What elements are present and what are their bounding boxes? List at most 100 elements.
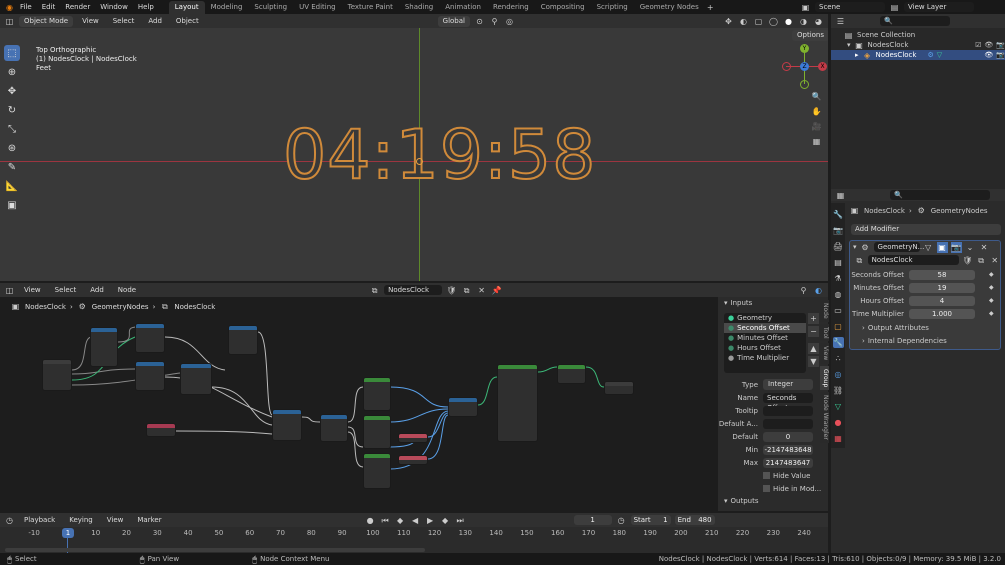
proportional-icon[interactable]: ◎ xyxy=(504,16,515,27)
keyframe-icon[interactable]: ◆ xyxy=(989,271,994,278)
math-node-5[interactable] xyxy=(228,325,258,355)
object-mode-dropdown[interactable]: Object Mode xyxy=(19,15,74,27)
navigation-gizmo[interactable]: Y X Z xyxy=(782,42,827,92)
expand-arrow-icon[interactable]: ▸ xyxy=(855,50,859,60)
scene-time-node[interactable] xyxy=(146,423,176,437)
inputs-section-header[interactable]: ▾ Inputs xyxy=(718,298,828,308)
fake-user-icon[interactable]: 🛡 xyxy=(962,255,973,266)
node-editor-canvas[interactable]: ▣ NodesClock › ⚙ GeometryNodes › ⧉ NodesClock xyxy=(0,297,718,511)
shading-rendered-icon[interactable]: ◕ xyxy=(813,16,824,27)
scene-field[interactable]: Scene xyxy=(815,2,885,12)
jump-end-icon[interactable]: ⏭ xyxy=(455,515,466,526)
output-attributes-section[interactable]: › Output Attributes xyxy=(850,323,1000,333)
tab-modeling[interactable]: Modeling xyxy=(205,1,249,14)
unlink-icon[interactable]: ✕ xyxy=(476,285,487,296)
blender-logo-icon[interactable]: ◉ xyxy=(4,2,15,13)
node-tree-type-icon[interactable]: ⧉ xyxy=(369,285,380,296)
tab-scripting[interactable]: Scripting xyxy=(591,1,634,14)
join-strings-node[interactable] xyxy=(448,397,478,417)
viewport-menu-view[interactable]: View xyxy=(77,14,104,28)
editor-type-icon[interactable]: ◫ xyxy=(4,16,15,27)
modifier-name-field[interactable]: GeometryN... xyxy=(873,242,924,252)
keyframe-icon[interactable]: ◆ xyxy=(989,310,994,317)
remove-input-icon[interactable]: − xyxy=(808,326,819,337)
keyframe-icon[interactable]: ◆ xyxy=(989,297,994,304)
math-node-7[interactable] xyxy=(320,414,348,442)
play-reverse-icon[interactable]: ◀ xyxy=(410,515,421,526)
hide-value-checkbox[interactable] xyxy=(763,472,770,479)
group-output-node[interactable] xyxy=(604,381,634,395)
shading-wireframe-icon[interactable]: ◯ xyxy=(768,16,779,27)
gizmo-y-icon[interactable]: Y xyxy=(800,44,809,53)
input-item-geometry[interactable]: ● Geometry xyxy=(724,313,806,323)
hide-in-modifier-row[interactable]: Hide in Mod... xyxy=(718,482,828,495)
tab-rendering[interactable]: Rendering xyxy=(487,1,535,14)
type-dropdown[interactable]: Integer xyxy=(763,379,813,390)
jump-start-icon[interactable]: ⏮ xyxy=(380,515,391,526)
camera-view-icon[interactable]: 🎥 xyxy=(811,121,822,132)
prev-key-icon[interactable]: ◆ xyxy=(395,515,406,526)
input-item-time-multiplier[interactable]: ● Time Multiplier xyxy=(724,353,806,363)
side-tab-group[interactable]: Group xyxy=(820,365,829,390)
clock-icon[interactable]: ◷ xyxy=(616,515,627,526)
constraints-tab-icon[interactable]: ⛓ xyxy=(833,385,844,396)
remove-modifier-icon[interactable]: ✕ xyxy=(979,242,990,253)
add-workspace-icon[interactable]: + xyxy=(705,2,716,13)
measure-tool-icon[interactable]: 📐 xyxy=(4,178,20,194)
string-node-5[interactable] xyxy=(398,455,428,465)
output-tab-icon[interactable]: 🖨 xyxy=(833,241,844,252)
world-tab-icon[interactable]: ◍ xyxy=(833,289,844,300)
shading-solid-icon[interactable]: ● xyxy=(783,16,794,27)
viewport-menu-select[interactable]: Select xyxy=(108,14,140,28)
eye-icon[interactable]: 👁 xyxy=(984,40,993,50)
camera-icon[interactable]: 📷 xyxy=(996,50,1005,60)
start-frame-field[interactable]: Start 1 xyxy=(630,515,671,525)
add-input-icon[interactable]: + xyxy=(808,313,819,324)
tool-tab-icon[interactable]: 🔧 xyxy=(833,209,844,220)
outliner-item-object[interactable]: ▸ ◈ NodesClock ⚙ ▽ 👁 📷 xyxy=(831,50,1005,60)
math-node-4[interactable] xyxy=(180,363,212,395)
zoom-icon[interactable]: 🔍 xyxy=(811,91,822,102)
add-modifier-dropdown[interactable]: Add Modifier xyxy=(851,224,1001,235)
default-field[interactable]: 0 xyxy=(763,431,813,442)
editor-type-icon[interactable]: ◫ xyxy=(4,285,15,296)
menu-file[interactable]: File xyxy=(15,0,37,14)
properties-search-input[interactable]: 🔍 xyxy=(890,190,990,200)
math-node-6[interactable] xyxy=(272,409,302,441)
duplicate-icon[interactable]: ⧉ xyxy=(976,255,987,266)
annotate-tool-icon[interactable]: ✎ xyxy=(4,159,20,175)
material-tab-icon[interactable]: ● xyxy=(833,417,844,428)
pan-hand-icon[interactable]: ✋ xyxy=(811,106,822,117)
collection-tab-icon[interactable]: ▭ xyxy=(833,305,844,316)
seconds-offset-field[interactable]: 58 xyxy=(909,269,975,280)
collapse-arrow-icon[interactable]: ▾ xyxy=(853,243,857,251)
math-node-2[interactable] xyxy=(135,323,165,353)
string-to-curves-node[interactable] xyxy=(497,364,538,442)
end-frame-field[interactable]: End 480 xyxy=(674,515,715,525)
data-tab-icon[interactable]: ▽ xyxy=(833,401,844,412)
move-up-icon[interactable]: ▲ xyxy=(808,343,819,354)
xray-icon[interactable]: ▢ xyxy=(753,16,764,27)
transform-orientation-dropdown[interactable]: Global xyxy=(437,15,470,27)
playhead[interactable]: 1 xyxy=(62,528,74,538)
side-tab-node-wrangler[interactable]: Node Wrangler xyxy=(820,391,829,443)
grid-view-icon[interactable]: ▦ xyxy=(811,136,822,147)
side-tab-node[interactable]: Node xyxy=(820,300,829,322)
eye-icon[interactable]: 👁 xyxy=(984,50,993,60)
outliner-editor-icon[interactable]: ☰ xyxy=(835,16,846,27)
side-tab-tool[interactable]: Tool xyxy=(820,323,829,342)
gizmo-neg-x-icon[interactable] xyxy=(782,62,791,71)
gizmo-z-icon[interactable]: Z xyxy=(800,62,809,71)
particles-tab-icon[interactable]: ∴ xyxy=(833,353,844,364)
name-field[interactable]: Seconds Offset xyxy=(763,392,813,412)
physics-tab-icon[interactable]: ◎ xyxy=(833,369,844,380)
render-tab-icon[interactable]: 📷 xyxy=(833,225,844,236)
node-group-field[interactable]: NodesClock xyxy=(867,255,960,265)
scene-tab-icon[interactable]: ⚗ xyxy=(833,273,844,284)
viewport-menu-object[interactable]: Object xyxy=(171,14,204,28)
duplicate-icon[interactable]: ⧉ xyxy=(461,285,472,296)
tab-shading[interactable]: Shading xyxy=(399,1,439,14)
tooltip-field[interactable] xyxy=(763,405,813,416)
render-display-icon[interactable]: 📷 xyxy=(950,241,962,253)
view-layer-field[interactable]: View Layer xyxy=(904,2,974,12)
